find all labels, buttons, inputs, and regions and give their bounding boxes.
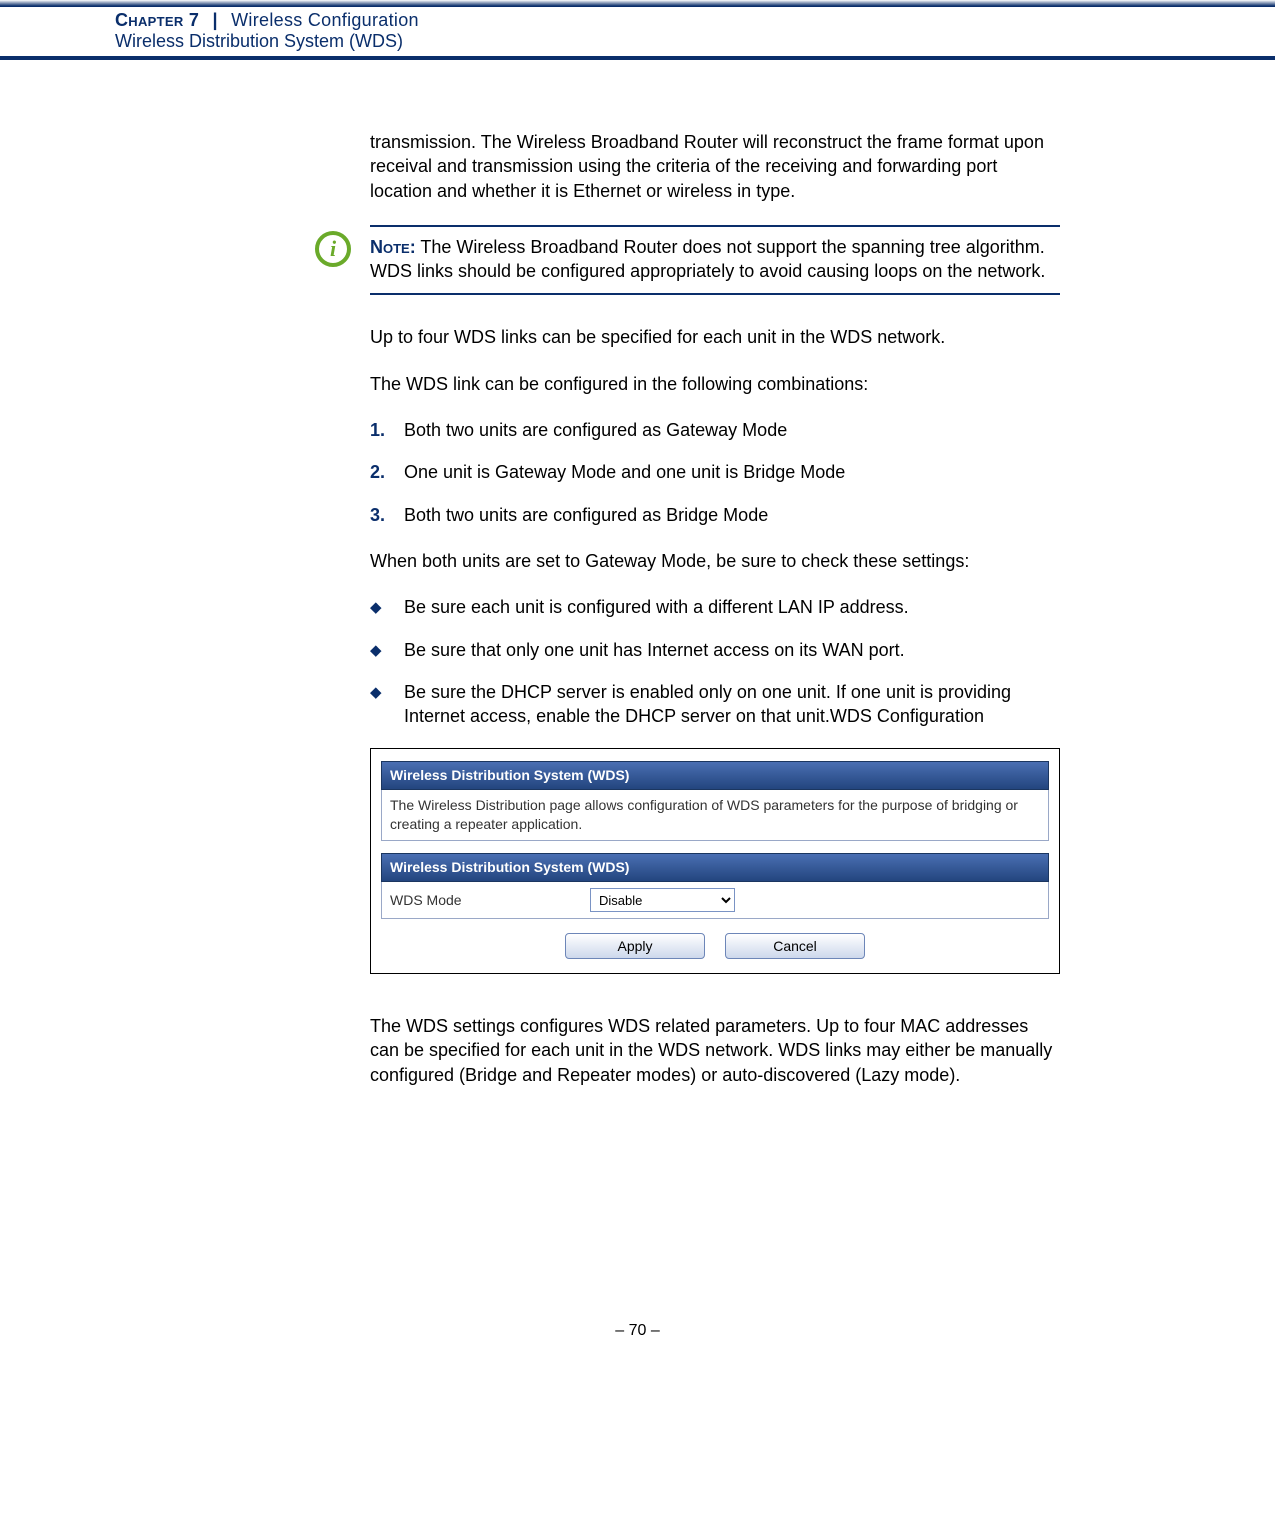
paragraph: The WDS link can be configured in the fo… [370, 372, 1060, 396]
wds-mode-label: WDS Mode [390, 891, 590, 910]
note-callout: i Note: The Wireless Broadband Router do… [370, 225, 1060, 296]
page-header: Chapter 7 | Wireless Configuration Wirel… [0, 6, 1275, 56]
list-item: 3. Both two units are configured as Brid… [370, 503, 1060, 527]
section-title: Wireless Distribution System (WDS) [115, 31, 1275, 52]
header-separator: | [204, 10, 225, 30]
wds-mode-select[interactable]: Disable [590, 888, 735, 912]
chapter-title: Wireless Configuration [231, 10, 419, 30]
page-number: – 70 – [0, 1322, 1275, 1370]
diamond-bullet-icon: ◆ [370, 595, 404, 619]
paragraph: transmission. The Wireless Broadband Rou… [370, 130, 1060, 203]
info-icon: i [315, 231, 351, 267]
wds-config-screenshot: Wireless Distribution System (WDS) The W… [370, 748, 1060, 974]
paragraph: The WDS settings configures WDS related … [370, 1014, 1060, 1087]
paragraph: When both units are set to Gateway Mode,… [370, 549, 1060, 573]
numbered-list: 1. Both two units are configured as Gate… [370, 418, 1060, 527]
list-text: Be sure the DHCP server is enabled only … [404, 680, 1060, 729]
page-body: transmission. The Wireless Broadband Rou… [370, 60, 1060, 1087]
list-number: 2. [370, 460, 404, 484]
cancel-button[interactable]: Cancel [725, 933, 865, 959]
list-text: One unit is Gateway Mode and one unit is… [404, 460, 845, 484]
diamond-bullet-icon: ◆ [370, 680, 404, 729]
list-number: 3. [370, 503, 404, 527]
list-item: ◆ Be sure each unit is configured with a… [370, 595, 1060, 619]
panel-title: Wireless Distribution System (WDS) [381, 761, 1049, 790]
chapter-number: Chapter 7 [115, 10, 199, 30]
apply-button[interactable]: Apply [565, 933, 705, 959]
list-text: Be sure that only one unit has Internet … [404, 638, 905, 662]
diamond-bullet-icon: ◆ [370, 638, 404, 662]
list-item: ◆ Be sure the DHCP server is enabled onl… [370, 680, 1060, 729]
paragraph: Up to four WDS links can be specified fo… [370, 325, 1060, 349]
list-text: Both two units are configured as Gateway… [404, 418, 787, 442]
list-item: 2. One unit is Gateway Mode and one unit… [370, 460, 1060, 484]
note-bottom-rule [370, 293, 1060, 295]
note-text: The Wireless Broadband Router does not s… [370, 237, 1045, 281]
panel-title: Wireless Distribution System (WDS) [381, 853, 1049, 882]
note-label: Note: [370, 237, 416, 257]
list-text: Both two units are configured as Bridge … [404, 503, 768, 527]
list-number: 1. [370, 418, 404, 442]
list-text: Be sure each unit is configured with a d… [404, 595, 909, 619]
list-item: ◆ Be sure that only one unit has Interne… [370, 638, 1060, 662]
list-item: 1. Both two units are configured as Gate… [370, 418, 1060, 442]
panel-description: The Wireless Distribution page allows co… [381, 790, 1049, 841]
bullet-list: ◆ Be sure each unit is configured with a… [370, 595, 1060, 728]
